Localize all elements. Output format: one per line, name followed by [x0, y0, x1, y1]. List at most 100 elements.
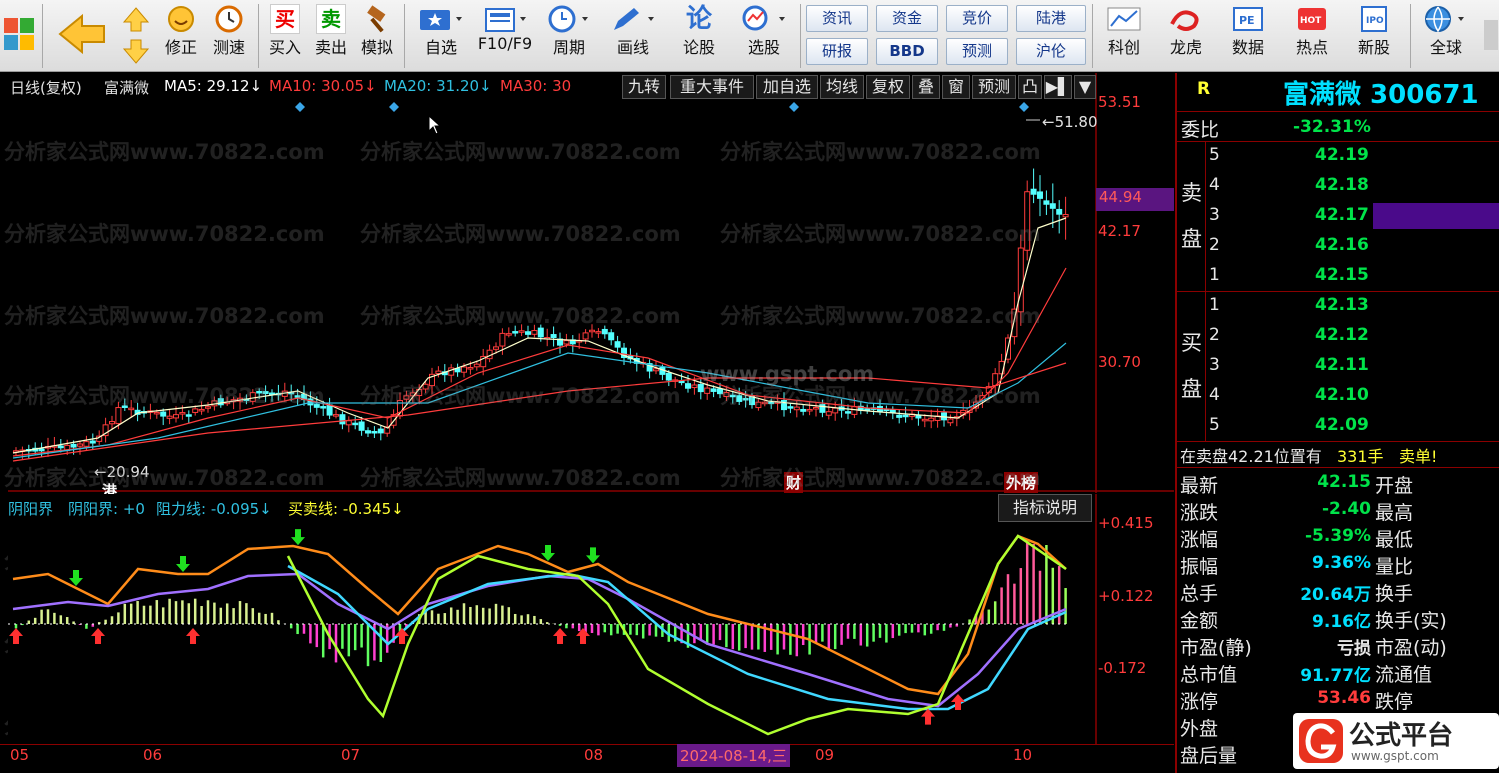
buy-price[interactable]: 42.13	[1315, 295, 1369, 315]
buy-price[interactable]: 42.09	[1315, 415, 1369, 435]
new-stock-button[interactable]: IPO 新股	[1346, 4, 1402, 58]
dropdown-icon[interactable]: ▼	[1074, 75, 1096, 99]
order-notice-text: 在卖盘42.21位置有	[1180, 447, 1322, 466]
sell-price[interactable]: 42.18	[1315, 175, 1369, 195]
hk-connect-button[interactable]: 陆港	[1016, 5, 1086, 32]
speed-test-button[interactable]: 测速	[208, 4, 250, 58]
candle-body	[352, 422, 359, 426]
ma20-label: MA20: 31.20↓	[384, 77, 492, 95]
major-events-button[interactable]: 重大事件	[670, 75, 754, 99]
buy-price[interactable]: 42.12	[1315, 325, 1369, 345]
candle-body	[755, 401, 762, 409]
period-button[interactable]: 周期	[540, 4, 598, 58]
clock-icon	[215, 5, 243, 33]
fix-button[interactable]: 修正	[160, 4, 202, 58]
stat-label: 总手	[1180, 583, 1219, 605]
candle-body	[723, 392, 730, 398]
candle-body	[185, 414, 192, 417]
stat-value: 20.64万	[1300, 585, 1371, 605]
forecast-tool-button[interactable]: 预测	[972, 75, 1016, 99]
stat-label-right: 换手	[1375, 583, 1414, 605]
watchlist-label: 自选	[424, 38, 457, 57]
sell-price[interactable]: 42.19	[1315, 145, 1369, 165]
lock-icon[interactable]: 凸	[1018, 75, 1042, 99]
stock-forum-button[interactable]: 论 论股	[674, 4, 724, 58]
window-button[interactable]: 窗	[942, 75, 970, 99]
expand-icon[interactable]: ▶▌	[1044, 75, 1072, 99]
month-label: 10	[1013, 746, 1033, 764]
indicator-explain-button[interactable]: 指标说明	[998, 494, 1092, 522]
up-arrow-icon[interactable]	[118, 4, 154, 34]
funds-button[interactable]: 资金	[876, 5, 938, 32]
candlestick-chart[interactable]	[8, 73, 1174, 493]
candle-body	[128, 407, 135, 411]
hotspot-button[interactable]: HOT 热点	[1284, 4, 1340, 58]
candle-body	[697, 383, 704, 393]
event-label-list[interactable]: 外榜	[1004, 472, 1039, 493]
f10-button[interactable]: F10/F9	[474, 4, 536, 53]
auction-button[interactable]: 竞价	[946, 5, 1008, 32]
candle-body	[333, 414, 339, 417]
logo-icon	[1299, 719, 1343, 763]
stat-label-right: 市盈(动)	[1375, 637, 1447, 659]
stock-forum-label: 论股	[682, 38, 715, 57]
month-label: 06	[143, 746, 163, 764]
candle-body	[889, 409, 896, 414]
forecast-button[interactable]: 预测	[946, 38, 1008, 65]
candle-body	[173, 414, 179, 419]
candle-body	[179, 412, 186, 415]
sell-price[interactable]: 42.17	[1315, 205, 1369, 225]
app-grid-icon[interactable]	[2, 16, 36, 52]
research-button[interactable]: 研报	[806, 38, 868, 65]
candle-body	[800, 408, 807, 412]
stat-value: 53.46	[1317, 688, 1371, 708]
adjust-button[interactable]: 复权	[866, 75, 910, 99]
indicator-chart[interactable]	[8, 494, 1174, 744]
fix-label: 修正	[164, 38, 197, 57]
stat-label: 市盈(静)	[1180, 637, 1252, 659]
toolbar-scroll[interactable]	[1484, 20, 1498, 50]
candle-body	[768, 401, 775, 405]
buy-price[interactable]: 42.10	[1315, 385, 1369, 405]
back-arrow-icon[interactable]	[52, 12, 110, 56]
buy-price[interactable]: 42.11	[1315, 355, 1369, 375]
ma-lines-button[interactable]: 均线	[820, 75, 864, 99]
bbd-button[interactable]: BBD	[876, 38, 938, 65]
stock-select-button[interactable]: 选股	[734, 4, 794, 58]
news-button[interactable]: 资讯	[806, 5, 868, 32]
candle-body	[601, 328, 608, 335]
watchlist-button[interactable]: 自选	[412, 4, 470, 58]
stat-value: -2.40	[1322, 499, 1371, 519]
down-arrow-icon[interactable]	[118, 36, 154, 66]
dragon-tiger-button[interactable]: 龙虎	[1160, 4, 1212, 58]
global-button[interactable]: 全球	[1416, 4, 1476, 58]
sell-price[interactable]: 42.16	[1315, 235, 1369, 255]
weibi-value: -32.31%	[1293, 117, 1371, 137]
star-folder-icon	[420, 10, 462, 30]
stat-value: 91.77亿	[1300, 666, 1371, 686]
candle-body	[896, 414, 903, 418]
candle-body	[614, 341, 621, 348]
add-watchlist-button[interactable]: 加自选	[756, 75, 818, 99]
nine-turn-button[interactable]: 九转	[622, 75, 666, 99]
draw-line-button[interactable]: 画线	[604, 4, 662, 58]
sell-icon: 卖	[316, 4, 346, 34]
mouse-cursor-icon	[428, 115, 442, 135]
star-market-button[interactable]: 科创	[1096, 4, 1152, 58]
buy-level: 4	[1209, 385, 1220, 405]
simulate-button[interactable]: 模拟	[356, 4, 398, 58]
stat-value: -5.39%	[1304, 526, 1371, 546]
candle-body	[326, 404, 333, 416]
shanghai-london-button[interactable]: 沪伦	[1016, 38, 1086, 65]
overlay-button[interactable]: 叠	[912, 75, 940, 99]
candle-body	[563, 340, 570, 345]
buy-button[interactable]: 买 买入	[264, 4, 306, 58]
candle-body	[902, 414, 909, 418]
stat-value: 9.36%	[1312, 553, 1371, 573]
data-button[interactable]: PE 数据	[1222, 4, 1274, 58]
event-label-finance[interactable]: 财	[784, 472, 804, 493]
candle-body	[704, 387, 711, 394]
sell-button[interactable]: 卖 卖出	[310, 4, 352, 58]
sell-price[interactable]: 42.15	[1315, 265, 1369, 285]
candle-body	[115, 407, 122, 425]
